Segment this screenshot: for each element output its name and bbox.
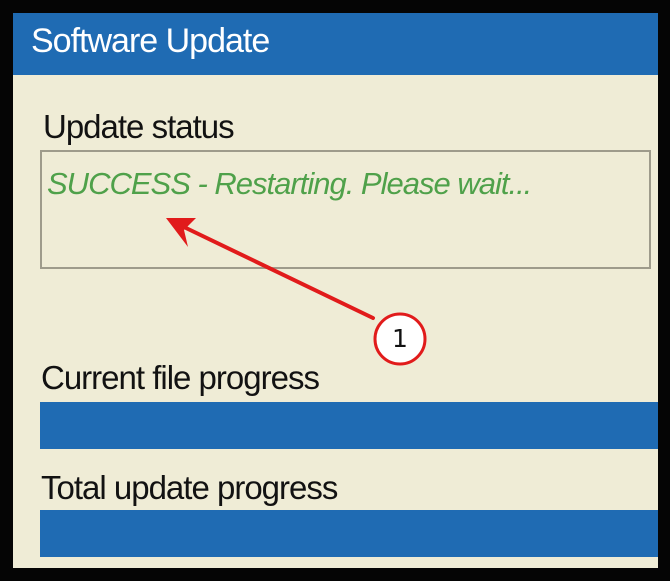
total-update-progress-fill — [40, 510, 658, 557]
window-titlebar: Software Update — [13, 13, 658, 75]
update-status-box: SUCCESS - Restarting. Please wait... — [40, 150, 651, 269]
callout-number: 1 — [392, 324, 408, 353]
current-file-progress-label: Current file progress — [41, 359, 320, 396]
current-file-progress-bar — [40, 402, 658, 449]
total-update-progress-label: Total update progress — [41, 469, 338, 506]
total-update-progress-bar — [40, 510, 658, 557]
screenshot-frame: Software Update Update status SUCCESS - … — [0, 0, 670, 581]
window-title: Software Update — [31, 22, 270, 60]
software-update-window: Software Update Update status SUCCESS - … — [13, 13, 658, 568]
current-file-progress-fill — [40, 402, 658, 449]
update-status-label: Update status — [43, 108, 235, 145]
update-status-message: SUCCESS - Restarting. Please wait... — [47, 166, 532, 201]
